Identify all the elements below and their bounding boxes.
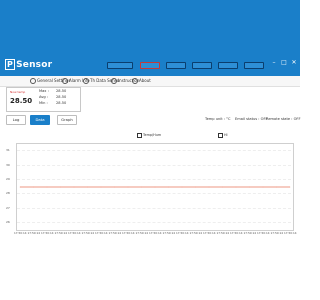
x-tick-label: 17:50:14 <box>14 231 27 235</box>
info-icon <box>111 78 117 84</box>
toolbar-button-4[interactable] <box>192 62 212 69</box>
minimize-icon[interactable]: – <box>270 59 278 67</box>
maximize-icon[interactable]: □ <box>280 59 288 67</box>
data-point <box>208 186 210 188</box>
data-point <box>87 186 88 188</box>
x-tick-label: 17:50:14 <box>257 231 270 235</box>
x-tick-label: 17:50:14 <box>41 231 54 235</box>
data-point <box>195 186 196 188</box>
about-icon <box>132 78 138 84</box>
y-tick-label: 27 <box>6 205 10 210</box>
x-tick-label: 17:50:14 <box>230 231 243 235</box>
data-point <box>262 186 264 188</box>
data-point <box>73 186 75 188</box>
title-bar: P Sensor – □ ✕ <box>0 0 300 76</box>
data-point <box>127 186 129 188</box>
toolbar-button-6[interactable] <box>244 62 264 69</box>
x-tick-label: 17:50:14 <box>176 231 189 235</box>
data-point <box>168 186 169 188</box>
sensor-icon <box>83 78 89 84</box>
close-icon[interactable]: ✕ <box>290 59 298 67</box>
logo-mark: P <box>5 59 16 70</box>
temp-unit-status: Temp unit : °C <box>205 117 231 121</box>
checkbox-icon[interactable] <box>218 132 223 138</box>
y-tick-label: 26 <box>6 219 10 224</box>
grid-line <box>17 150 291 152</box>
data-button[interactable]: Data <box>30 115 50 125</box>
data-point <box>181 186 183 188</box>
y-tick-label: 28 <box>6 191 10 196</box>
x-tick-label: 17:50:14 <box>68 231 81 235</box>
data-point <box>235 186 237 188</box>
grid-line <box>17 164 291 166</box>
data-point <box>60 186 61 188</box>
legend-hi[interactable]: HI <box>218 132 228 139</box>
toolbar-button-1[interactable] <box>107 62 133 69</box>
x-tick-label: 17:50:14 <box>108 231 122 235</box>
data-point <box>249 186 250 188</box>
y-tick-label: 29 <box>6 176 10 181</box>
remote-status: Remote state : OFF <box>266 117 301 121</box>
data-point <box>100 186 102 188</box>
data-point <box>222 186 223 188</box>
data-point <box>289 186 291 188</box>
toolbar-button-3[interactable] <box>166 62 186 69</box>
grid-line <box>17 193 291 195</box>
email-status: Email status : OFF <box>235 117 268 121</box>
app-window: P Sensor – □ ✕ General Settings Alarm Inf… <box>0 0 301 300</box>
legend-series[interactable]: Temp/Hum <box>137 132 161 139</box>
bell-icon <box>62 78 68 84</box>
stat-min: Min :28.50 <box>39 101 67 105</box>
data-point <box>154 186 156 188</box>
x-tick-label: 17:50:14 <box>135 231 149 235</box>
x-tick-label: 17:50:14 <box>284 231 297 235</box>
x-tick-label: 17:50:14 <box>122 231 135 235</box>
x-tick-label: 17:50:14 <box>203 231 216 235</box>
app-logo: P Sensor <box>5 59 52 70</box>
data-point <box>141 186 142 188</box>
grid-line <box>17 207 291 209</box>
x-tick-label: 17:50:14 <box>162 231 176 235</box>
y-tick-label: 30 <box>6 162 10 167</box>
current-temp-value: 28.50 <box>10 97 33 105</box>
x-tick-label: 17:50:14 <box>149 231 162 235</box>
toolbar-button-2[interactable] <box>140 62 160 69</box>
log-button[interactable]: Log <box>6 115 26 125</box>
menu-item-about[interactable]: About <box>132 77 151 85</box>
menu-bar: General Settings Alarm Info Th Data Sens… <box>0 76 300 87</box>
logo-text: Sensor <box>16 60 53 70</box>
graph-button[interactable]: Graph <box>57 115 77 125</box>
toolbar-button-5[interactable] <box>218 62 238 69</box>
current-temp-label: Now temp <box>10 90 26 94</box>
data-point <box>114 186 115 188</box>
x-tick-label: 17:50:14 <box>216 231 230 235</box>
checkbox-icon[interactable] <box>137 132 142 138</box>
grid-line <box>17 178 291 180</box>
x-tick-label: 17:50:14 <box>27 231 41 235</box>
y-tick-label: 31 <box>6 148 10 153</box>
data-point <box>33 186 34 188</box>
temp-stats: Max :28.50 Avg :28.50 Min :28.50 <box>39 88 79 106</box>
temperature-chart <box>16 143 294 231</box>
x-tick-label: 17:50:14 <box>81 231 95 235</box>
gear-icon <box>30 78 36 84</box>
grid-line <box>17 221 291 223</box>
data-point <box>19 186 21 188</box>
x-tick-label: 17:50:14 <box>270 231 284 235</box>
x-tick-label: 17:50:14 <box>54 231 68 235</box>
x-tick-label: 17:50:14 <box>189 231 203 235</box>
chart-svg <box>19 186 291 188</box>
x-tick-label: 17:50:14 <box>243 231 257 235</box>
data-point <box>46 186 48 188</box>
x-tick-label: 17:50:14 <box>95 231 108 235</box>
data-point <box>276 186 277 188</box>
